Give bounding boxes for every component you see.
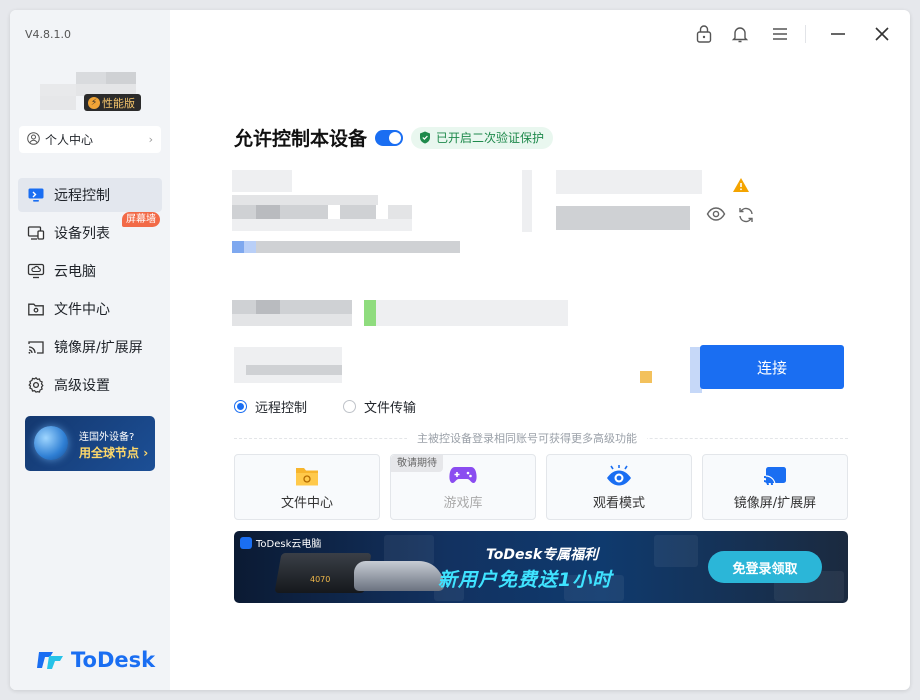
todesk-logo-text: ToDesk: [71, 648, 156, 672]
perf-badge: ⚡ 性能版: [84, 94, 141, 111]
eye-icon: [605, 464, 633, 492]
radio-dot[interactable]: [343, 400, 357, 413]
connect-button[interactable]: 连接: [700, 345, 844, 389]
global-node-promo[interactable]: 连国外设备? 用全球节点 ›: [25, 416, 155, 471]
bolt-icon: ⚡: [88, 96, 100, 109]
verify-badge-label: 已开启二次验证保护: [436, 131, 545, 145]
personal-center-button[interactable]: 个人中心 ›: [19, 126, 161, 153]
titlebar-divider: [805, 25, 806, 43]
gamepad-icon: [449, 464, 477, 490]
card-mirror-screen[interactable]: 镜像屏/扩展屏: [702, 454, 848, 520]
monitor-icon: [27, 186, 45, 204]
chevron-right-icon: ›: [148, 133, 153, 146]
gpu-model-label: 4070: [310, 575, 331, 584]
banner-headline: ToDesk专属福利: [486, 547, 599, 563]
sidebar-item-cloud-pc[interactable]: 云电脑: [18, 254, 162, 288]
refresh-password-icon[interactable]: [737, 206, 755, 228]
radio-file-transfer[interactable]: 文件传输: [343, 397, 416, 416]
todesk-logo-icon: [37, 652, 63, 669]
sidebar-item-label: 设备列表: [54, 226, 110, 242]
folder-icon: [27, 300, 45, 318]
verify-badge[interactable]: 已开启二次验证保护: [411, 126, 554, 149]
sidebar-nav: 远程控制 设备列表 屏幕墙 云电脑 文件中心 镜像屏/扩展屏 高级设置: [18, 178, 162, 406]
partner-id-input[interactable]: [234, 343, 702, 395]
sidebar: V4.8.1.0 ⚡ 性能版 个人中心 › 远程控制 设备列表 屏幕墙 云电脑 …: [10, 10, 170, 690]
banner-brand: ToDesk云电脑: [240, 535, 321, 550]
connection-mode: 远程控制 文件传输: [234, 397, 416, 416]
card-label: 文件中心: [280, 496, 333, 511]
sidebar-item-remote-control[interactable]: 远程控制: [18, 178, 162, 212]
allow-control-toggle[interactable]: [375, 129, 404, 146]
divider-hint-text: 主被控设备登录相同账号可获得更多高级功能: [407, 430, 647, 446]
close-icon[interactable]: [872, 24, 892, 44]
minimize-icon[interactable]: [828, 24, 848, 44]
gear-icon: [27, 376, 45, 394]
warning-icon[interactable]: [732, 177, 750, 197]
radio-dot-selected[interactable]: [234, 400, 247, 413]
cast-icon: [27, 338, 45, 356]
bell-icon[interactable]: [730, 24, 750, 44]
menu-icon[interactable]: [770, 24, 790, 44]
banner-offer: 新用户免费送1小时: [438, 569, 613, 591]
todesk-cloud-icon: [240, 536, 252, 549]
cloud-pc-icon: [27, 262, 45, 280]
feature-cards: 文件中心 敬请期待 游戏库 观看模式 镜像屏/扩展屏: [234, 454, 848, 520]
personal-center-label: 个人中心: [45, 133, 94, 147]
app-window: V4.8.1.0 ⚡ 性能版 个人中心 › 远程控制 设备列表 屏幕墙 云电脑 …: [10, 10, 910, 690]
car-image: [354, 561, 444, 591]
allow-control-row: 允许控制本设备 已开启二次验证保护: [234, 124, 554, 151]
sidebar-item-file-center[interactable]: 文件中心: [18, 292, 162, 326]
page-title: 允许控制本设备: [234, 128, 368, 150]
radio-remote-label: 远程控制: [255, 401, 308, 416]
globe-icon: [34, 426, 68, 460]
screen-wall-tag: 屏幕墙: [122, 212, 160, 227]
shield-icon: [420, 131, 431, 144]
coming-soon-tag: 敬请期待: [391, 455, 443, 472]
perf-badge-label: 性能版: [102, 96, 135, 110]
user-icon: [27, 131, 40, 148]
banner-brand-label: ToDesk云电脑: [256, 539, 322, 550]
radio-remote-control[interactable]: 远程控制: [234, 397, 307, 416]
sidebar-item-mirror-screen[interactable]: 镜像屏/扩展屏: [18, 330, 162, 364]
card-file-center[interactable]: 文件中心: [234, 454, 380, 520]
sidebar-item-label: 远程控制: [54, 188, 110, 204]
lock-icon[interactable]: [694, 24, 714, 44]
sidebar-item-label: 镜像屏/扩展屏: [54, 340, 143, 356]
todesk-logo: ToDesk: [35, 648, 155, 672]
card-label: 观看模式: [592, 496, 645, 511]
devices-icon: [27, 224, 45, 242]
radio-file-label: 文件传输: [364, 401, 417, 416]
show-password-icon[interactable]: [706, 206, 726, 226]
claim-button[interactable]: 免登录领取: [708, 551, 822, 583]
folder-icon: [294, 464, 320, 492]
window-controls: [10, 10, 910, 58]
sidebar-item-label: 云电脑: [54, 264, 96, 280]
promo-line1: 连国外设备?: [79, 432, 135, 443]
sidebar-item-label: 高级设置: [54, 378, 110, 394]
sidebar-item-device-list[interactable]: 设备列表 屏幕墙: [18, 212, 162, 250]
card-label: 镜像屏/扩展屏: [733, 496, 817, 511]
card-label: 游戏库: [443, 496, 483, 511]
card-game-library[interactable]: 敬请期待 游戏库: [390, 454, 536, 520]
promo-link: 用全球节点: [79, 446, 140, 460]
cast-icon: [762, 464, 788, 492]
promo-line2: 用全球节点 ›: [79, 446, 149, 460]
card-watch-mode[interactable]: 观看模式: [546, 454, 692, 520]
sidebar-item-advanced-settings[interactable]: 高级设置: [18, 368, 162, 402]
cloud-pc-banner[interactable]: 4070 ToDesk云电脑 ToDesk专属福利 新用户免费送1小时 免登录领…: [234, 531, 848, 603]
sidebar-item-label: 文件中心: [54, 302, 110, 318]
